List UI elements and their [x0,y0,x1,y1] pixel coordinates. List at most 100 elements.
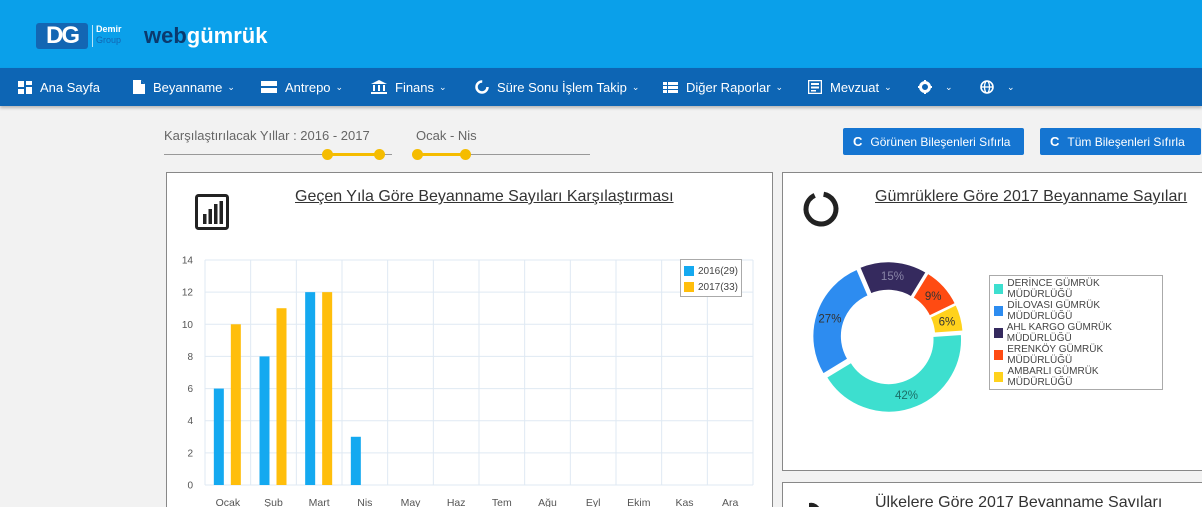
bar-2017-Ocak[interactable] [230,324,241,485]
legend-label: 2016(29) [697,265,738,277]
nav-item-mevzuat[interactable]: Mevzuat ⌄ [808,68,892,106]
legend-label: AMBARLI GÜMRÜK MÜDÜRLÜĞÜ [1007,366,1099,388]
country-chart-card: Ülkelere Göre 2017 Beyanname Sayıları [782,482,1202,507]
nav-label: Süre Sonu İşlem Takip [497,79,627,95]
nav-item-settings[interactable]: ⌄ [918,68,953,106]
bar-2017-Mart[interactable] [322,292,333,485]
legend-label: 2017(33) [697,281,738,293]
dashboard-icon [18,80,32,94]
book-icon [808,80,822,94]
reset-visible-label: Görünen Bileşenleri Sıfırla [870,134,1011,149]
main-nav: Ana Sayfa Beyanname ⌄ Antrepo ⌄ Finans ⌄ Sü… [0,68,1202,106]
x-tick-label: May [401,497,422,507]
y-tick-label: 4 [187,416,193,427]
months-range-slider[interactable] [412,148,590,162]
nav-item-diger-raporlar[interactable]: Diğer Raporlar ⌄ [663,68,783,106]
x-tick-label: Ara [722,497,739,507]
x-tick-label: Ekim [627,497,651,507]
nav-item-ana-sayfa[interactable]: Ana Sayfa [18,68,100,106]
refresh-icon: C [1050,134,1060,149]
slider-handle-end[interactable] [460,149,471,160]
top-header: DG Demir Group webgümrük [0,0,1202,68]
warehouse-icon [261,81,277,93]
bar-2017-Şub[interactable] [276,308,287,485]
company-logo[interactable]: DG Demir Group [36,23,122,49]
months-filter-label: Ocak - Nis [416,128,477,143]
legend-label: ERENKÖY GÜMRÜK MÜDÜRLÜĞÜ [1007,344,1104,366]
nav-label: Finans [395,79,435,95]
slider-handle-start[interactable] [412,149,423,160]
donut-chart-legend: DERİNCE GÜMRÜK MÜDÜRLÜĞÜ DİLOVASI GÜMRÜK … [989,275,1163,390]
bar-2016-Mart[interactable] [305,292,316,485]
y-tick-label: 2 [187,448,193,459]
nav-label: Antrepo [285,79,331,95]
chevron-down-icon: ⌄ [945,81,953,92]
logo-separator [92,25,93,47]
donut-chart-title: Gümrüklere Göre 2017 Beyanname Sayıları [875,188,1188,205]
nav-item-language[interactable]: ⌄ [980,68,1015,106]
y-tick-label: 14 [182,256,194,267]
nav-item-finans[interactable]: Finans ⌄ [371,68,447,106]
bar-2016-Nis[interactable] [350,436,361,485]
globe-icon [980,80,994,94]
legend-swatch [994,350,1004,360]
legend-swatch [994,284,1004,294]
pie-icon [809,502,820,507]
bar-chart-icon [195,194,229,230]
slider-handle-end[interactable] [374,149,385,160]
brand-suffix: gümrük [186,23,268,48]
slice-label: 9% [925,291,942,303]
legend-item[interactable]: DİLOVASI GÜMRÜK MÜDÜRLÜĞÜ [994,300,1158,322]
legend-item[interactable]: 2017(33) [684,279,738,295]
y-tick-label: 0 [187,481,193,492]
legend-item[interactable]: ERENKÖY GÜMRÜK MÜDÜRLÜĞÜ [994,344,1158,366]
legend-swatch [994,306,1004,316]
x-tick-label: Haz [447,497,466,507]
x-tick-label: Eyl [586,497,601,507]
bar-chart-title: Geçen Yıla Göre Beyanname Sayıları Karşı… [295,188,674,205]
reset-visible-button[interactable]: C Görünen Bileşenleri Sıfırla [843,128,1024,155]
x-tick-label: Ocak [216,497,241,507]
nav-item-antrepo[interactable]: Antrepo ⌄ [261,68,343,106]
chevron-down-icon: ⌄ [335,81,344,92]
nav-item-beyanname[interactable]: Beyanname ⌄ [133,68,235,106]
chevron-down-icon: ⌄ [631,81,640,92]
table-icon [663,81,678,93]
bar-2016-Şub[interactable] [259,356,270,485]
x-tick-label: Kas [675,497,693,507]
chevron-down-icon: ⌄ [884,81,892,92]
slider-handle-start[interactable] [322,149,333,160]
chevron-down-icon: ⌄ [775,81,784,92]
legend-item[interactable]: 2016(29) [684,263,738,279]
nav-label: Mevzuat [830,79,880,95]
chevron-down-icon: ⌄ [439,81,447,92]
legend-item[interactable]: DERİNCE GÜMRÜK MÜDÜRLÜĞÜ [994,278,1158,300]
logo-line2: Group [96,35,122,45]
nav-label: Diğer Raporlar [686,79,771,95]
legend-swatch [994,328,1003,338]
donut-chart-card: Gümrüklere Göre 2017 Beyanname Sayıları … [782,172,1202,471]
brand-prefix: web [144,23,187,48]
y-tick-label: 12 [182,288,194,299]
nav-item-sure-sonu[interactable]: Süre Sonu İşlem Takip ⌄ [475,68,639,106]
bar-chart-legend: 2016(29) 2017(33) [680,259,742,297]
y-tick-label: 8 [187,352,193,363]
years-range-slider[interactable] [164,148,392,162]
circle-spinner-icon [475,80,489,94]
x-tick-label: Ağu [538,497,557,507]
bar-2016-Ocak[interactable] [213,388,224,485]
slice-label: 27% [818,313,841,325]
x-tick-label: Mart [309,497,330,507]
legend-swatch [684,282,694,292]
nav-label: Ana Sayfa [40,79,100,95]
brand-name[interactable]: webgümrük [144,24,267,48]
gear-icon [918,80,932,94]
legend-item[interactable]: AMBARLI GÜMRÜK MÜDÜRLÜĞÜ [994,366,1158,388]
logo-mark: DG [36,23,88,49]
legend-item[interactable]: AHL KARGO GÜMRÜK MÜDÜRLÜĞÜ [994,322,1158,344]
years-filter-label: Karşılaştırılacak Yıllar : 2016 - 2017 [164,128,370,143]
reset-all-button[interactable]: C Tüm Bileşenleri Sıfırla [1040,128,1201,155]
logo-line1: Demir [96,24,122,34]
chevron-down-icon: ⌄ [227,81,235,92]
donut-chart: 42% 27% 15% 9% 6% [813,260,963,414]
